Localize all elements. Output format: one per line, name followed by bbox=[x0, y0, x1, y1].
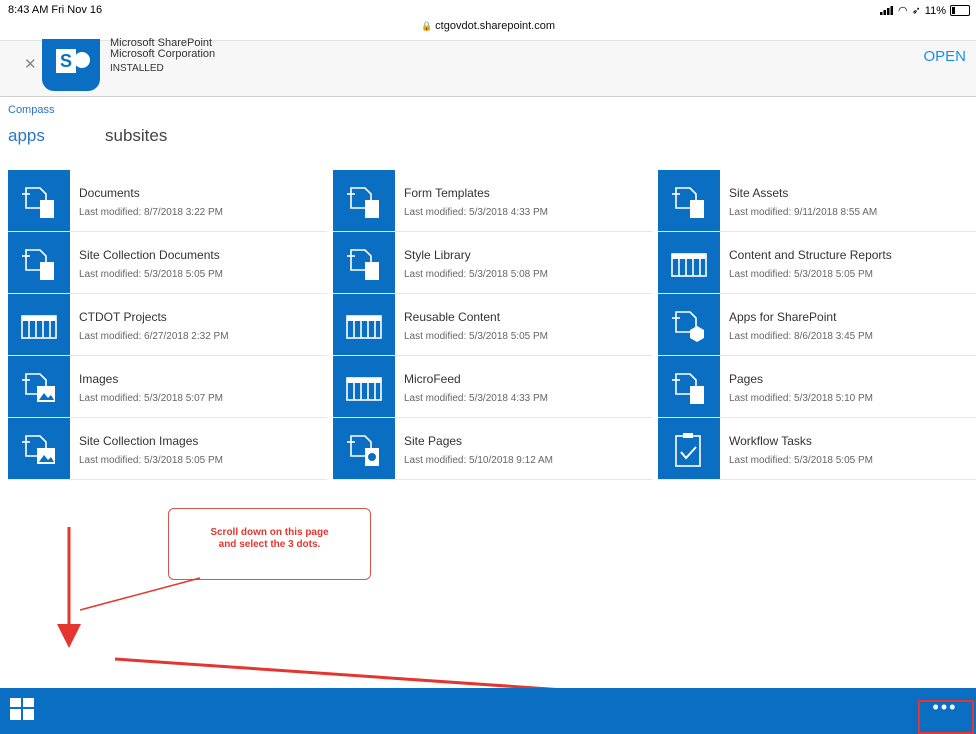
annotation-arrows bbox=[57, 527, 924, 726]
app-launcher-icon[interactable] bbox=[10, 698, 34, 720]
callout-pointer bbox=[79, 577, 201, 611]
bottom-toolbar: ••• bbox=[0, 688, 976, 734]
highlight-box bbox=[918, 700, 974, 734]
